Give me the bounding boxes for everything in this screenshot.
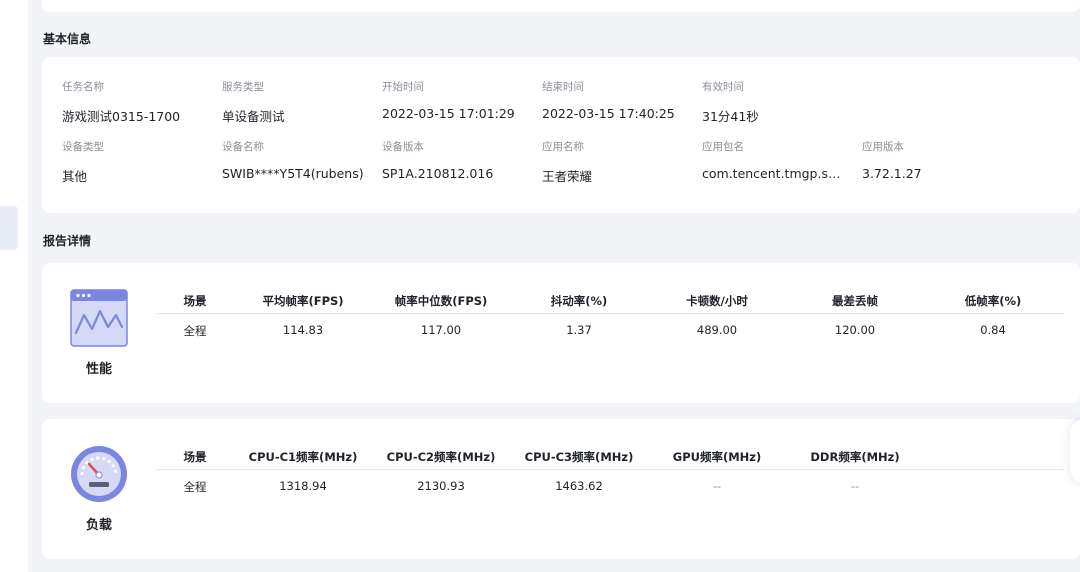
load-cell-cpu-c2: 2130.93 (417, 479, 465, 493)
perf-header-avg-fps: 平均帧率(FPS) (262, 294, 344, 308)
field-service-type: 服务类型 单设备测试 (222, 79, 372, 125)
task-name-label: 任务名称 (62, 81, 104, 93)
field-app-package: 应用包名 com.tencent.tmgp.sgame (702, 139, 842, 181)
floating-side-button[interactable] (1070, 418, 1080, 484)
start-time-label: 开始时间 (382, 81, 424, 93)
perf-cell-worst-drop: 120.00 (834, 323, 876, 337)
field-app-name: 应用名称 王者荣耀 (542, 139, 692, 185)
basic-info-card: 任务名称 游戏测试0315-1700 服务类型 单设备测试 开始时间 2022-… (42, 57, 1080, 213)
device-type-label: 设备类型 (62, 141, 104, 153)
perf-cell-jitter: 1.37 (566, 323, 592, 337)
load-header-ddr: DDR频率(MHz) (810, 450, 900, 464)
perf-cell-stutter: 489.00 (696, 323, 738, 337)
load-cell-gpu: -- (712, 479, 722, 493)
field-device-version: 设备版本 SP1A.210812.016 (382, 139, 532, 181)
start-time-value: 2022-03-15 17:01:29 (382, 106, 515, 121)
load-table-header: 场景 CPU-C1频率(MHz) CPU-C2频率(MHz) CPU-C3频率(… (156, 445, 1064, 470)
table-row: 全程 1318.94 2130.93 1463.62 -- -- (156, 475, 1064, 499)
field-device-type: 设备类型 其他 (62, 139, 212, 185)
basic-info-title: 基本信息 (43, 32, 92, 46)
load-label: 负载 (85, 518, 112, 533)
report-detail-title: 报告详情 (43, 234, 92, 248)
load-cell-cpu-c1: 1318.94 (279, 479, 327, 493)
device-type-value: 其他 (62, 169, 88, 184)
service-type-label: 服务类型 (222, 81, 264, 93)
perf-header-stutter: 卡顿数/小时 (686, 294, 748, 308)
load-cell-scene: 全程 (183, 480, 207, 494)
load-card: 负载 场景 CPU-C1频率(MHz) CPU-C2频率(MHz) CPU-C3… (42, 419, 1080, 559)
perf-header-low-fps: 低帧率(%) (964, 294, 1022, 308)
gauge-icon (70, 445, 128, 503)
perf-cell-low-fps: 0.84 (980, 323, 1006, 337)
field-start-time: 开始时间 2022-03-15 17:01:29 (382, 79, 532, 121)
left-nav-selected-item[interactable] (0, 206, 18, 250)
field-valid-time: 有效时间 31分41秒 (702, 79, 852, 125)
perf-cell-scene: 全程 (183, 324, 207, 338)
performance-table-header: 场景 平均帧率(FPS) 帧率中位数(FPS) 抖动率(%) 卡顿数/小时 最差… (156, 289, 1064, 314)
load-header-cpu-c3: CPU-C3频率(MHz) (524, 450, 634, 464)
app-package-value: com.tencent.tmgp.sgame (702, 166, 842, 181)
app-package-label: 应用包名 (702, 141, 744, 153)
device-version-label: 设备版本 (382, 141, 424, 153)
load-header-cpu-c1: CPU-C1频率(MHz) (248, 450, 358, 464)
load-header-gpu: GPU频率(MHz) (672, 450, 762, 464)
service-type-value: 单设备测试 (222, 109, 285, 124)
device-version-value: SP1A.210812.016 (382, 166, 494, 181)
perf-cell-avg-fps: 114.83 (282, 323, 324, 337)
app-version-label: 应用版本 (862, 141, 904, 153)
perf-cell-median-fps: 117.00 (420, 323, 462, 337)
performance-chart-icon (70, 289, 128, 347)
end-time-label: 结束时间 (542, 81, 584, 93)
performance-card: 性能 场景 平均帧率(FPS) 帧率中位数(FPS) 抖动率(%) 卡顿数/小时… (42, 263, 1080, 403)
perf-header-scene: 场景 (183, 294, 207, 308)
performance-label: 性能 (85, 362, 112, 377)
app-name-value: 王者荣耀 (542, 169, 593, 184)
top-card-edge (42, 0, 1080, 12)
perf-header-jitter: 抖动率(%) (550, 294, 608, 308)
app-version-value: 3.72.1.27 (862, 166, 922, 181)
field-end-time: 结束时间 2022-03-15 17:40:25 (542, 79, 692, 121)
load-header-cpu-c2: CPU-C2频率(MHz) (386, 450, 496, 464)
app-name-label: 应用名称 (542, 141, 584, 153)
field-task-name: 任务名称 游戏测试0315-1700 (62, 79, 212, 125)
load-cell-ddr: -- (850, 479, 860, 493)
table-row: 全程 114.83 117.00 1.37 489.00 120.00 0.84 (156, 319, 1064, 343)
left-nav-strip (0, 0, 28, 572)
end-time-value: 2022-03-15 17:40:25 (542, 106, 675, 121)
load-header-scene: 场景 (183, 450, 207, 464)
load-cell-cpu-c3: 1463.62 (555, 479, 603, 493)
task-name-value: 游戏测试0315-1700 (62, 109, 181, 124)
perf-header-median-fps: 帧率中位数(FPS) (394, 294, 488, 308)
device-name-label: 设备名称 (222, 141, 264, 153)
valid-time-value: 31分41秒 (702, 109, 759, 124)
perf-header-worst-drop: 最差丢帧 (832, 294, 878, 308)
field-app-version: 应用版本 3.72.1.27 (862, 139, 1012, 181)
device-name-value: SWIB****Y5T4(rubens) (222, 166, 364, 181)
field-device-name: 设备名称 SWIB****Y5T4(rubens) (222, 139, 377, 181)
valid-time-label: 有效时间 (702, 81, 744, 93)
